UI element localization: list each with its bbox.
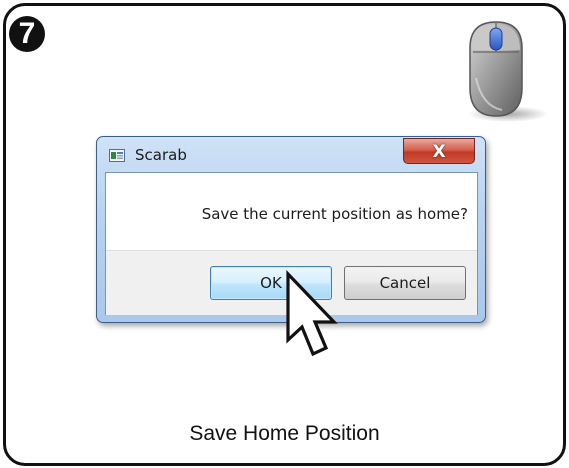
app-icon [109, 149, 125, 162]
dialog-message: Save the current position as home? [201, 205, 468, 223]
dialog-titlebar[interactable]: Scarab X [97, 137, 485, 171]
close-button[interactable]: X [403, 138, 475, 164]
arrow-pointer-icon [286, 270, 338, 357]
dialog-title: Scarab [135, 146, 187, 164]
step-number-badge: 7 [9, 16, 45, 52]
step-caption: Save Home Position [189, 422, 380, 445]
cancel-button[interactable]: Cancel [344, 266, 466, 300]
mouse-icon [468, 21, 548, 122]
